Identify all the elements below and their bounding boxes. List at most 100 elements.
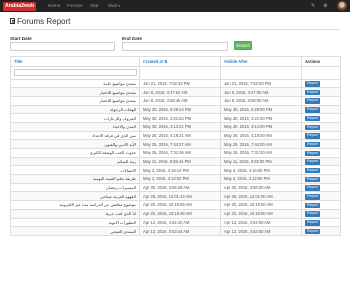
visible-after-cell: Jun 21, 2016, 7:52:00 PM [220,78,302,89]
report-button[interactable]: Report [305,194,320,200]
user-avatar[interactable] [337,1,347,11]
brand-logo[interactable]: Arabia2web [3,1,37,11]
actions-cell: Report [301,165,341,176]
title-filter-input[interactable] [14,68,137,77]
forum-title-cell[interactable]: زينة المنائم [10,156,140,167]
forum-title-cell[interactable]: المسيرات رمضان [10,182,140,193]
title-divider [10,29,340,30]
table-row: الاتصالات May 3, 2016, 4:16:14 PM May 3, 2… [10,165,341,176]
table-row: المسيرات رمضان Apr 30, 2016, 3:56:28 AM Ap… [10,182,341,193]
visible-after-cell: Apr 13, 2016, 4:54:00 AM [220,217,302,228]
actions-cell: Report [301,130,341,141]
end-date-input[interactable] [122,42,228,51]
visible-after-cell: Apr 13, 2016, 4:53:00 AM [220,226,302,236]
nav-forums-link[interactable]: Forums [67,0,83,12]
forum-title-cell[interactable]: الاتصالات [10,165,140,176]
report-button[interactable]: Report [305,124,320,131]
created-at-cell: Apr 13, 2016, 4:53:44 AM [139,226,221,236]
forum-title-cell[interactable]: منتدى مواضيع عامة [10,78,140,89]
forum-title-cell[interactable]: منتدى مواضيع للاختبار [10,87,140,97]
forum-title-cell[interactable]: موضوع مناقش عن الدراسة مدة غير الكترونية [10,200,140,210]
created-at-cell: May 25, 2016, 7:31:06 AM [139,148,221,158]
report-button[interactable]: Report [305,202,320,209]
table-row: المدن والاحياء May 30, 2016, 3:14:21 PM Ma… [10,121,341,132]
visible-after-cell: May 25, 2016, 7:31:00 AM [220,148,302,158]
actions-cell: Report [301,200,341,210]
created-column-header[interactable]: Created at ⇅ [139,56,221,67]
gear-icon[interactable]: ⚙ [323,0,327,12]
actions-cell: Report [301,139,341,149]
report-button[interactable]: Report [305,81,320,87]
created-at-cell: May 26, 2016, 4:19:21 AM [139,130,221,141]
forum-title-cell[interactable]: حدوث الحب الوضعة الكبرى [10,148,140,158]
forum-title-cell[interactable]: الهجات الزجولة [10,104,140,115]
forum-title-cell[interactable]: الحروف والزعارات [10,113,140,123]
forum-title-cell[interactable]: القهوة العربية صباحي [10,191,140,202]
forum-title-cell[interactable]: انا الذي لعب عربيا [10,208,140,219]
created-at-cell: May 3, 2016, 4:16:14 PM [139,165,221,176]
actions-cell: Report [301,148,341,158]
top-navbar: Arabia2web Home Forums Stat Mod ▾ ✎ ⚙ [0,0,350,12]
forum-title-cell[interactable]: المدن والاحياء [10,121,140,132]
table-filter-row [10,65,341,80]
actions-cell: Report [301,208,341,219]
actions-cell: Report [301,191,341,202]
visible-after-cell: Apr 30, 2016, 3:56:00 AM [220,182,302,193]
nav-home-link[interactable]: Home [48,0,60,12]
forum-title-cell[interactable]: مين الذي في فرقة الاعداء [10,130,140,141]
table-row: الأبد الأدبي والفنون May 25, 2016, 7:44:2… [10,139,341,149]
created-at-cell: Jun 21, 2016, 7:52:32 PM [139,78,221,89]
report-button[interactable]: Report [305,150,320,157]
created-at-cell: Apr 20, 2016, 10:18:49 AM [139,208,221,219]
report-button[interactable]: Report [305,211,320,217]
actions-cell: Report [301,121,341,132]
report-button[interactable]: Report [305,107,320,113]
report-button[interactable]: Report [305,115,320,122]
wrench-icon[interactable]: ✎ [311,0,315,12]
report-button[interactable]: Report [305,220,320,226]
report-button[interactable]: Report [305,159,320,165]
end-date-label: End Date [122,35,142,41]
report-button[interactable]: Report [305,89,320,96]
report-button[interactable]: Report [305,167,320,174]
visible-after-cell: May 25, 2016, 7:44:00 AM [220,139,302,149]
nav-mod-label: Mod [108,3,117,8]
created-at-cell: May 30, 2016, 3:14:21 PM [139,121,221,132]
created-at-cell: May 11, 2016, 8:55:44 PM [139,156,221,167]
table-row: زينة المنائم May 11, 2016, 8:55:44 PM May … [10,156,341,167]
report-button[interactable]: Report [305,176,320,183]
filter-cell [301,65,341,80]
table-row: الهجات الزجولة May 30, 2016, 5:29:24 PM Ma… [10,104,341,115]
created-at-cell: Jun 9, 2016, 3:47:52 AM [139,87,221,97]
actions-cell: Report [301,104,341,115]
actions-cell: Report [301,156,341,167]
page-title-text: Forums Report [17,17,71,26]
nav-mod-dropdown[interactable]: Mod ▾ [108,0,120,12]
visible-column-header[interactable]: Visible After [220,56,302,67]
created-at-cell: Apr 29, 2016, 12:01:43 AM [139,191,221,202]
report-button[interactable]: Report [305,133,320,139]
forum-title-cell[interactable]: المنتدى الصحي [10,226,140,236]
visible-after-cell: May 3, 2016, 4:16:00 PM [220,165,302,176]
forum-title-cell[interactable]: التطورات الانوية [10,217,140,228]
page-title: Forums Report [10,17,70,26]
report-button[interactable]: Report [305,98,320,104]
created-at-cell: May 3, 2016, 4:12:02 PM [139,174,221,184]
search-button[interactable]: Search [234,41,252,50]
report-button[interactable]: Report [305,141,320,148]
created-at-cell: Apr 20, 2016, 10:19:08 AM [139,200,221,210]
forum-title-cell[interactable]: طريقة تعلم القيمة اليومية [10,174,140,184]
start-date-input[interactable] [10,42,115,51]
report-button[interactable]: Report [305,185,320,191]
actions-cell: Report [301,87,341,97]
start-date-label: Start Date [10,35,32,41]
report-button[interactable]: Report [305,228,320,235]
table-row: منتدى مواضيع للاختبار Jun 8, 2016, 3:58:4… [10,95,341,106]
nav-stat-link[interactable]: Stat [90,0,98,12]
title-column-header[interactable]: Title [10,56,140,67]
table-row: موضوع مناقش عن الدراسة مدة غير الكترونية… [10,200,341,210]
visible-after-cell: Apr 20, 2016, 10:19:00 AM [220,200,302,210]
forum-title-cell[interactable]: الأبد الأدبي والفنون [10,139,140,149]
forum-title-cell[interactable]: منتدى مواضيع للاختبار [10,95,140,106]
visible-after-cell: Apr 20, 2016, 10:18:00 AM [220,208,302,219]
